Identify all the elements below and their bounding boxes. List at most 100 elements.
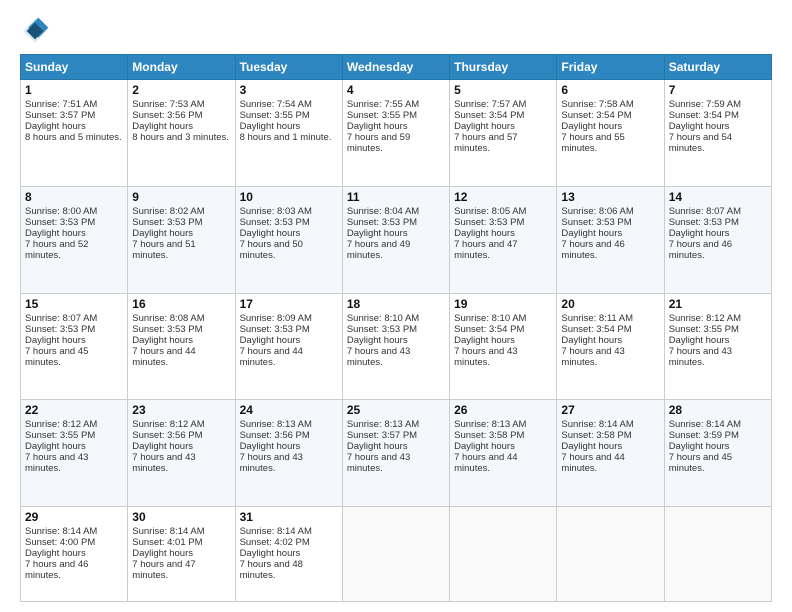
day-number: 7 (669, 83, 767, 97)
daylight-label: Daylight hours (132, 548, 193, 559)
day-number: 26 (454, 403, 552, 417)
daylight-value: 7 hours and 46 minutes. (669, 239, 732, 261)
calendar-cell: 5 Sunrise: 7:57 AM Sunset: 3:54 PM Dayli… (450, 80, 557, 187)
calendar-cell: 9 Sunrise: 8:02 AM Sunset: 3:53 PM Dayli… (128, 186, 235, 293)
calendar-cell: 15 Sunrise: 8:07 AM Sunset: 3:53 PM Dayl… (21, 293, 128, 400)
sunrise-label: Sunrise: 8:10 AM (454, 313, 526, 324)
sunset-label: Sunset: 3:55 PM (669, 324, 739, 335)
daylight-value: 7 hours and 43 minutes. (561, 346, 624, 368)
daylight-value: 7 hours and 43 minutes. (454, 346, 517, 368)
daylight-value: 8 hours and 3 minutes. (132, 132, 229, 143)
daylight-label: Daylight hours (669, 335, 730, 346)
sunset-label: Sunset: 3:53 PM (561, 217, 631, 228)
calendar-cell: 19 Sunrise: 8:10 AM Sunset: 3:54 PM Dayl… (450, 293, 557, 400)
sunrise-label: Sunrise: 7:51 AM (25, 99, 97, 110)
daylight-value: 7 hours and 47 minutes. (454, 239, 517, 261)
day-number: 27 (561, 403, 659, 417)
sunrise-label: Sunrise: 8:12 AM (669, 313, 741, 324)
page: SundayMondayTuesdayWednesdayThursdayFrid… (0, 0, 792, 612)
sunset-label: Sunset: 3:54 PM (561, 324, 631, 335)
sunset-label: Sunset: 3:55 PM (240, 110, 310, 121)
calendar-cell: 11 Sunrise: 8:04 AM Sunset: 3:53 PM Dayl… (342, 186, 449, 293)
day-header-wednesday: Wednesday (342, 55, 449, 80)
sunrise-label: Sunrise: 8:12 AM (132, 419, 204, 430)
week-row-5: 29 Sunrise: 8:14 AM Sunset: 4:00 PM Dayl… (21, 507, 772, 602)
daylight-label: Daylight hours (132, 335, 193, 346)
header (20, 16, 772, 46)
daylight-label: Daylight hours (25, 441, 86, 452)
sunrise-label: Sunrise: 8:14 AM (240, 526, 312, 537)
daylight-value: 7 hours and 51 minutes. (132, 239, 195, 261)
daylight-label: Daylight hours (25, 335, 86, 346)
daylight-label: Daylight hours (561, 335, 622, 346)
sunset-label: Sunset: 3:54 PM (669, 110, 739, 121)
calendar-cell (342, 507, 449, 602)
sunrise-label: Sunrise: 8:05 AM (454, 206, 526, 217)
daylight-label: Daylight hours (561, 441, 622, 452)
day-number: 11 (347, 190, 445, 204)
sunrise-label: Sunrise: 7:59 AM (669, 99, 741, 110)
daylight-value: 7 hours and 43 minutes. (347, 346, 410, 368)
daylight-label: Daylight hours (132, 121, 193, 132)
calendar-cell: 17 Sunrise: 8:09 AM Sunset: 3:53 PM Dayl… (235, 293, 342, 400)
calendar-cell: 29 Sunrise: 8:14 AM Sunset: 4:00 PM Dayl… (21, 507, 128, 602)
sunrise-label: Sunrise: 8:14 AM (669, 419, 741, 430)
day-number: 21 (669, 297, 767, 311)
day-number: 31 (240, 510, 338, 524)
day-number: 22 (25, 403, 123, 417)
day-number: 13 (561, 190, 659, 204)
sunset-label: Sunset: 3:53 PM (240, 324, 310, 335)
calendar-cell: 4 Sunrise: 7:55 AM Sunset: 3:55 PM Dayli… (342, 80, 449, 187)
sunrise-label: Sunrise: 8:06 AM (561, 206, 633, 217)
day-number: 15 (25, 297, 123, 311)
sunrise-label: Sunrise: 8:13 AM (240, 419, 312, 430)
sunrise-label: Sunrise: 8:04 AM (347, 206, 419, 217)
day-header-tuesday: Tuesday (235, 55, 342, 80)
day-number: 28 (669, 403, 767, 417)
day-header-monday: Monday (128, 55, 235, 80)
day-number: 2 (132, 83, 230, 97)
day-number: 12 (454, 190, 552, 204)
calendar-header-row: SundayMondayTuesdayWednesdayThursdayFrid… (21, 55, 772, 80)
sunrise-label: Sunrise: 8:14 AM (25, 526, 97, 537)
calendar-cell (450, 507, 557, 602)
daylight-value: 8 hours and 5 minutes. (25, 132, 122, 143)
daylight-label: Daylight hours (669, 441, 730, 452)
daylight-label: Daylight hours (25, 548, 86, 559)
sunset-label: Sunset: 3:58 PM (561, 430, 631, 441)
daylight-value: 7 hours and 44 minutes. (132, 346, 195, 368)
calendar-cell: 25 Sunrise: 8:13 AM Sunset: 3:57 PM Dayl… (342, 400, 449, 507)
daylight-value: 7 hours and 59 minutes. (347, 132, 410, 154)
daylight-value: 8 hours and 1 minute. (240, 132, 332, 143)
week-row-4: 22 Sunrise: 8:12 AM Sunset: 3:55 PM Dayl… (21, 400, 772, 507)
daylight-value: 7 hours and 43 minutes. (25, 452, 88, 474)
sunrise-label: Sunrise: 7:53 AM (132, 99, 204, 110)
daylight-value: 7 hours and 45 minutes. (25, 346, 88, 368)
daylight-value: 7 hours and 43 minutes. (132, 452, 195, 474)
daylight-value: 7 hours and 43 minutes. (669, 346, 732, 368)
sunset-label: Sunset: 3:53 PM (25, 217, 95, 228)
sunset-label: Sunset: 3:53 PM (132, 324, 202, 335)
daylight-label: Daylight hours (25, 121, 86, 132)
daylight-value: 7 hours and 43 minutes. (240, 452, 303, 474)
day-number: 20 (561, 297, 659, 311)
daylight-value: 7 hours and 44 minutes. (240, 346, 303, 368)
sunrise-label: Sunrise: 7:58 AM (561, 99, 633, 110)
logo-icon (20, 16, 50, 46)
sunset-label: Sunset: 3:53 PM (240, 217, 310, 228)
sunrise-label: Sunrise: 8:09 AM (240, 313, 312, 324)
daylight-label: Daylight hours (240, 121, 301, 132)
daylight-label: Daylight hours (347, 228, 408, 239)
sunset-label: Sunset: 4:00 PM (25, 537, 95, 548)
sunset-label: Sunset: 3:54 PM (454, 110, 524, 121)
day-number: 18 (347, 297, 445, 311)
daylight-value: 7 hours and 46 minutes. (25, 559, 88, 581)
calendar-cell: 24 Sunrise: 8:13 AM Sunset: 3:56 PM Dayl… (235, 400, 342, 507)
daylight-value: 7 hours and 49 minutes. (347, 239, 410, 261)
sunset-label: Sunset: 3:58 PM (454, 430, 524, 441)
calendar-cell: 26 Sunrise: 8:13 AM Sunset: 3:58 PM Dayl… (450, 400, 557, 507)
day-number: 25 (347, 403, 445, 417)
sunrise-label: Sunrise: 8:12 AM (25, 419, 97, 430)
daylight-label: Daylight hours (669, 228, 730, 239)
day-number: 1 (25, 83, 123, 97)
